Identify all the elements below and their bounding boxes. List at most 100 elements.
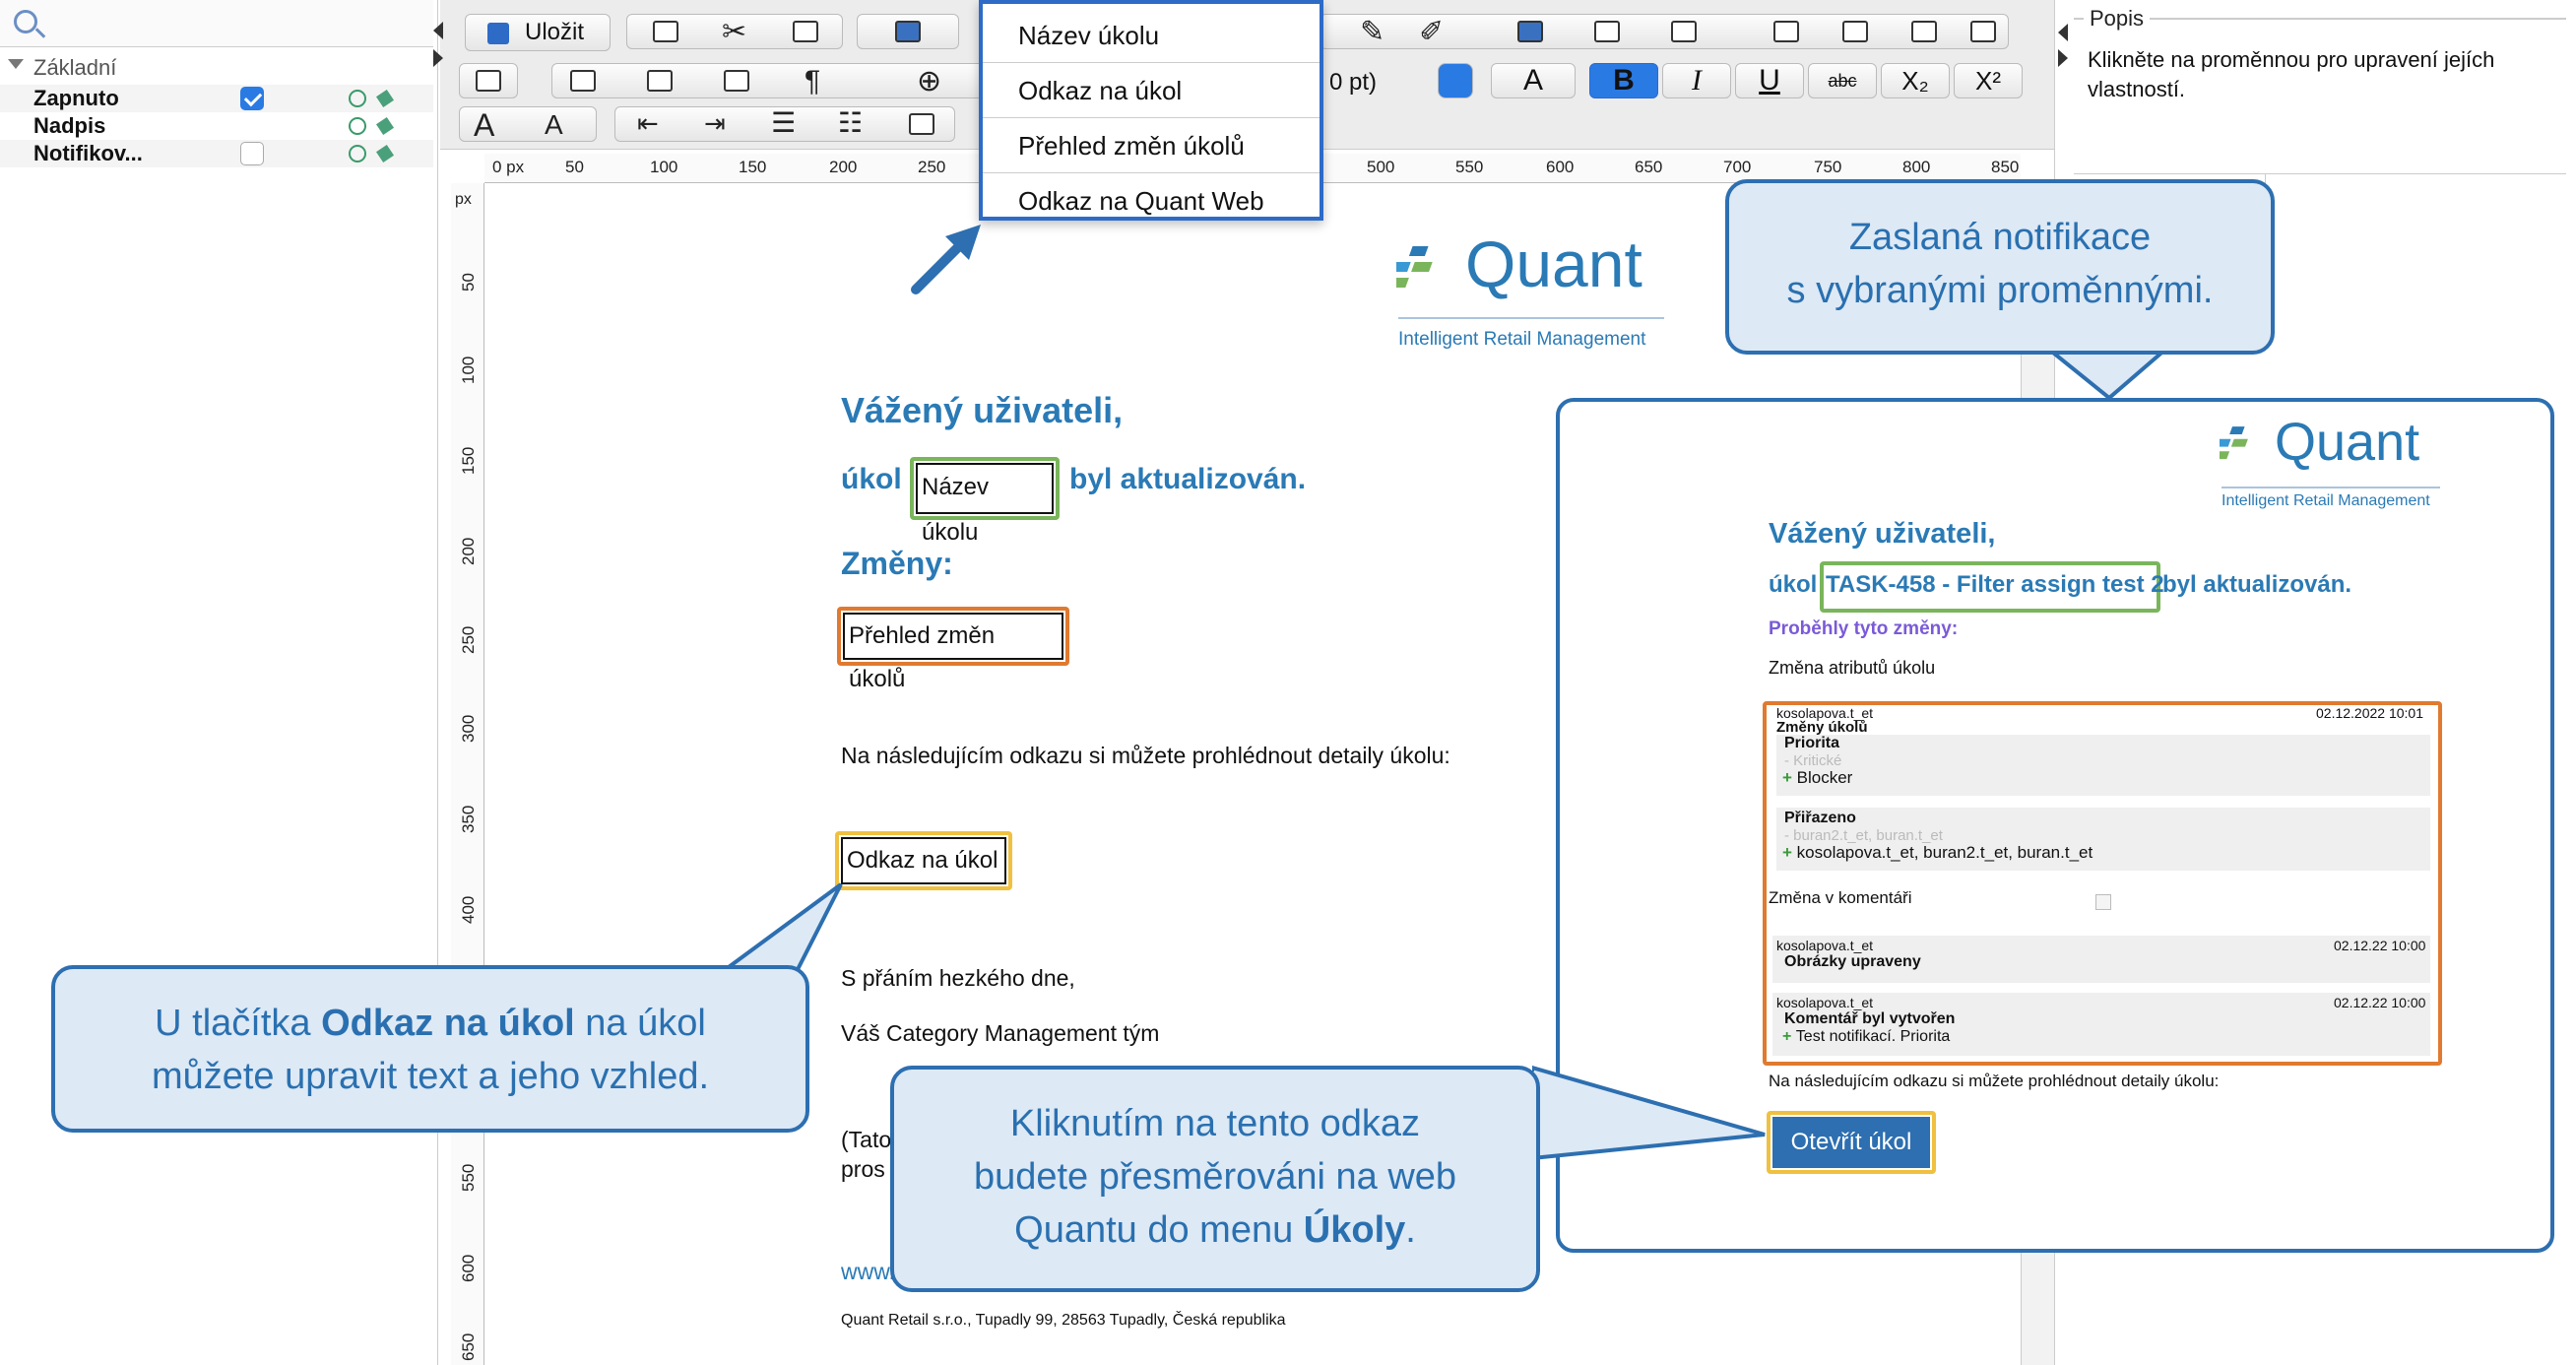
- border-icon[interactable]: [909, 113, 934, 135]
- format-painter-icon[interactable]: ✐: [1419, 15, 1444, 50]
- table-icon[interactable]: [1517, 21, 1543, 42]
- dropdown-item-task-link[interactable]: Odkaz na úkol: [983, 63, 1320, 118]
- merge-icon[interactable]: [1773, 21, 1799, 42]
- notify-checkbox[interactable]: [240, 142, 264, 165]
- entry-date: 02.12.2022 10:01: [2316, 705, 2423, 721]
- entry-user: kosolapova.t_et: [1776, 995, 1874, 1010]
- attr-change-label: Změna atributů úkolu: [1769, 658, 1936, 678]
- superscript-button[interactable]: X²: [1954, 63, 2023, 98]
- ruler-tick: 700: [1723, 158, 1752, 176]
- copy-icon[interactable]: [653, 21, 678, 42]
- increase-font-icon[interactable]: A: [474, 107, 494, 143]
- closing-text: S přáním hezkého dne,: [841, 965, 1075, 991]
- ruler-tick: 400: [459, 895, 478, 924]
- font-size-group: A A: [459, 106, 597, 143]
- ruler-tick: 200: [459, 537, 478, 565]
- search-icon: [14, 10, 37, 33]
- row-icon[interactable]: [570, 70, 596, 92]
- brush-icon[interactable]: [376, 117, 394, 135]
- table-style-button[interactable]: [459, 63, 518, 98]
- edit-icon[interactable]: ✎: [1360, 15, 1385, 50]
- expand-right-icon[interactable]: [433, 49, 443, 67]
- collapse-left-icon[interactable]: [433, 22, 443, 39]
- callout-line: Quantu do menu Úkoly.: [894, 1203, 1536, 1257]
- list-item[interactable]: Zapnuto: [0, 85, 433, 112]
- entry-detail: + Test notifikací. Priorita: [1782, 1028, 1951, 1045]
- task-suffix: byl aktualizován.: [2162, 571, 2352, 598]
- save-button[interactable]: Uložit: [465, 14, 611, 51]
- collapse-icon[interactable]: [2058, 24, 2068, 41]
- grid-icon[interactable]: [1911, 21, 1937, 42]
- ruler-tick: 800: [1902, 158, 1931, 176]
- link-intro-text: Na následujícím odkazu si můžete prohléd…: [841, 743, 1450, 768]
- grid-icon[interactable]: [1970, 21, 1996, 42]
- cut-icon[interactable]: ✂: [722, 15, 746, 50]
- ruler-tick: 550: [459, 1163, 478, 1192]
- bold-button[interactable]: B: [1589, 63, 1658, 98]
- subscript-button[interactable]: X₂: [1881, 63, 1950, 98]
- column-icon[interactable]: [647, 70, 673, 92]
- zoom-in-icon[interactable]: ⊕: [917, 64, 941, 99]
- ruler-tick: 250: [459, 625, 478, 654]
- dropdown-item-changes[interactable]: Přehled změn úkolů: [983, 118, 1320, 173]
- italic-button[interactable]: I: [1662, 63, 1731, 98]
- table-tools-group: ✎ ✐: [1320, 14, 2009, 49]
- changes-heading: Změny:: [841, 546, 953, 581]
- pilcrow-icon[interactable]: ¶: [805, 64, 820, 99]
- entry-date: 02.12.22 10:00: [2334, 995, 2426, 1010]
- link-intro-text: Na následujícím odkazu si můžete prohléd…: [1769, 1072, 2220, 1090]
- list-item[interactable]: Notifikov...: [0, 140, 433, 167]
- enabled-checkbox[interactable]: [240, 87, 264, 110]
- underline-button[interactable]: U: [1735, 63, 1804, 98]
- font-size-stepper[interactable]: [1438, 63, 1473, 98]
- brush-icon[interactable]: [376, 145, 394, 162]
- strikethrough-button[interactable]: abc: [1808, 63, 1877, 98]
- web-link[interactable]: www.: [841, 1259, 895, 1285]
- assigned-new: + kosolapova.t_et, buran2.t_et, buran.t_…: [1782, 843, 2093, 862]
- layout-group: ¶ ⊕: [551, 63, 985, 98]
- chevron-down-icon[interactable]: [8, 59, 24, 69]
- paste-icon[interactable]: [793, 21, 818, 42]
- variable-label: Zapnuto: [33, 86, 119, 110]
- dropdown-item-task-name[interactable]: Název úkolu: [983, 8, 1320, 63]
- cell-icon[interactable]: [724, 70, 749, 92]
- greeting-heading: Vážený uživateli,: [841, 390, 1124, 430]
- numbered-list-icon[interactable]: ☰: [771, 105, 796, 141]
- font-color-button[interactable]: A: [1491, 63, 1576, 98]
- row-icon[interactable]: [1594, 21, 1620, 42]
- decrease-font-icon[interactable]: A: [545, 107, 563, 143]
- open-task-button[interactable]: Otevřít úkol: [1772, 1117, 1930, 1168]
- callout-bold: Úkoly: [1303, 1209, 1406, 1251]
- refresh-icon[interactable]: [349, 90, 366, 107]
- task-suffix: byl aktualizován.: [1069, 463, 1307, 495]
- variable-label: Notifikov...: [33, 141, 143, 165]
- table-icon: [895, 21, 921, 42]
- task-prefix: úkol: [841, 463, 902, 495]
- logo-subtitle: Intelligent Retail Management: [2222, 492, 2430, 509]
- callout-line: U tlačítka Odkaz na úkol na úkol: [55, 997, 805, 1050]
- task-link-variable[interactable]: Odkaz na úkol: [841, 837, 1006, 884]
- assigned-new-value: kosolapova.t_et, buran2.t_et, buran.t_et: [1796, 843, 2093, 862]
- brush-icon[interactable]: [376, 90, 394, 107]
- refresh-icon[interactable]: [349, 145, 366, 162]
- divider: [2074, 173, 2566, 174]
- table-button[interactable]: [857, 14, 959, 49]
- list-item[interactable]: Nadpis: [0, 112, 433, 140]
- comment-change-label: Změna v komentáři: [1769, 888, 1912, 907]
- column-icon[interactable]: [1671, 21, 1697, 42]
- priority-old: - Kritické: [1784, 752, 1842, 769]
- dropdown-item-quant-web[interactable]: Odkaz na Quant Web: [983, 173, 1320, 228]
- outdent-icon[interactable]: ⇤: [637, 105, 659, 141]
- variable-dropdown[interactable]: Název úkolu Odkaz na úkol Přehled změn ú…: [979, 0, 1323, 221]
- entry-title: Komentář byl vytvořen: [1784, 1010, 1956, 1027]
- grid-icon[interactable]: [1842, 21, 1868, 42]
- footer-text: Quant Retail s.r.o., Tupadly 99, 28563 T…: [841, 1312, 1286, 1329]
- indent-icon[interactable]: ⇥: [704, 105, 726, 141]
- save-button-label: Uložit: [525, 19, 585, 45]
- task-name-variable[interactable]: Název úkolu: [916, 463, 1054, 546]
- expand-icon[interactable]: [2058, 49, 2068, 67]
- search-input[interactable]: [0, 0, 433, 47]
- bullet-list-icon[interactable]: ☷: [838, 105, 863, 141]
- refresh-icon[interactable]: [349, 117, 366, 135]
- changes-variable[interactable]: Přehled změn úkolů: [843, 613, 1063, 692]
